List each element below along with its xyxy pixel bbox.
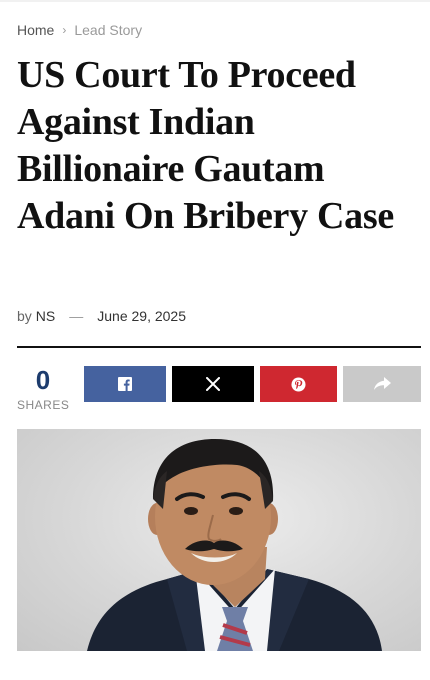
share-count-label: SHARES xyxy=(17,398,70,412)
share-counter: 0 SHARES xyxy=(17,366,69,412)
article-hero-image xyxy=(17,429,421,651)
divider xyxy=(17,346,421,348)
breadcrumb-home-link[interactable]: Home xyxy=(17,22,54,38)
more-share-button[interactable] xyxy=(343,366,421,402)
portrait-illustration xyxy=(87,439,382,651)
pinterest-icon xyxy=(291,376,306,392)
breadcrumb-lead-story-link[interactable]: Lead Story xyxy=(74,22,142,38)
share-arrow-icon xyxy=(374,377,391,390)
byline-prefix: by xyxy=(17,308,32,324)
meta-separator: — xyxy=(69,308,84,324)
top-border xyxy=(0,0,430,2)
pinterest-share-button[interactable] xyxy=(260,366,337,402)
publish-date: June 29, 2025 xyxy=(97,308,186,324)
facebook-share-button[interactable] xyxy=(84,366,166,402)
article-title: US Court To Proceed Against Indian Billi… xyxy=(17,54,394,237)
x-share-button[interactable] xyxy=(172,366,254,402)
breadcrumb: Home › Lead Story xyxy=(17,22,142,38)
x-icon xyxy=(206,377,220,391)
author-link[interactable]: NS xyxy=(36,308,55,324)
facebook-icon xyxy=(118,377,132,391)
chevron-right-icon: › xyxy=(62,23,67,37)
share-count: 0 xyxy=(35,365,51,395)
article-meta: by NS — June 29, 2025 xyxy=(17,308,186,324)
